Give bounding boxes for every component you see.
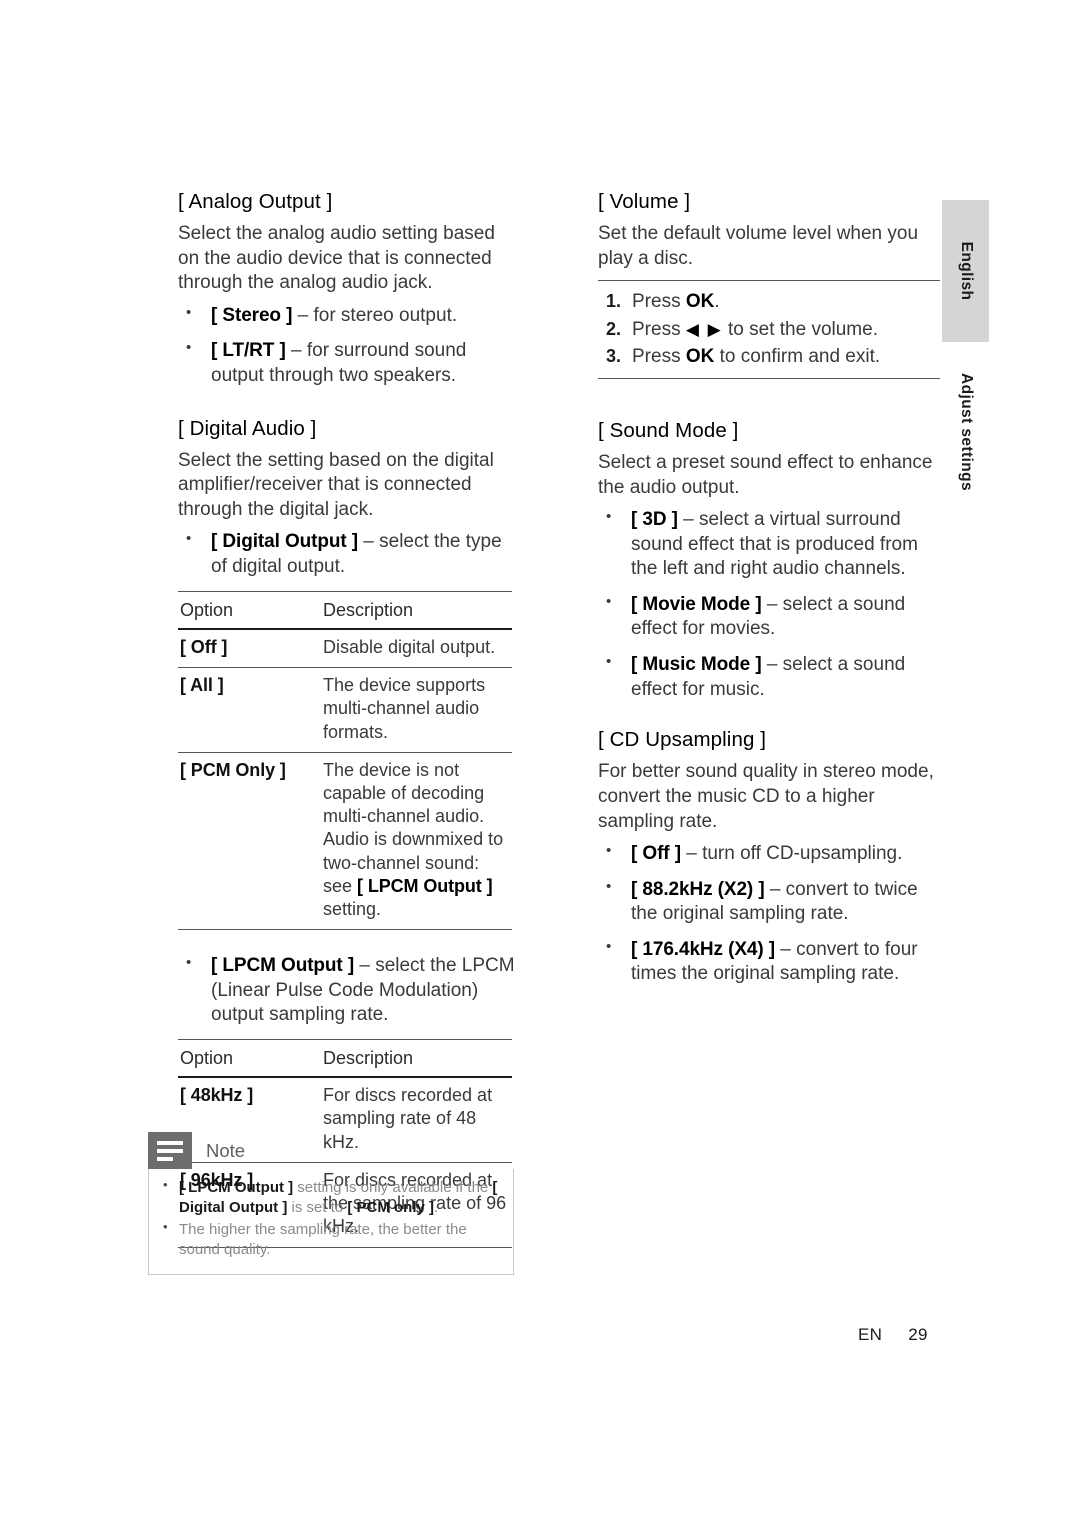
note-body: [ LPCM Output ] setting is only availabl… xyxy=(148,1169,514,1275)
table-row: [ PCM Only ] The device is not capable o… xyxy=(178,752,512,931)
list-item: 2. Press ◀ ▶ to set the volume. xyxy=(598,316,940,344)
digital-output-options-table: Option Description [ Off ] Disable digit… xyxy=(178,590,512,931)
lpcm-output-bullet: [ LPCM Output ] – select the LPCM (Linea… xyxy=(178,953,520,1028)
left-column: [ Analog Output ] Select the analog audi… xyxy=(178,188,520,1248)
cell-option: [ Off ] xyxy=(178,628,321,669)
note-header: Note xyxy=(148,1132,514,1169)
bullet-term: [ Digital Output ] xyxy=(211,531,358,553)
section-heading-cd-upsampling: [ CD Upsampling ] xyxy=(598,728,767,752)
list-item: [ 3D ] – select a virtual surround sound… xyxy=(598,507,940,582)
digital-audio-paragraph: Select the setting based on the digital … xyxy=(178,449,494,520)
note-text: The higher the sampling rate, the better… xyxy=(179,1221,467,1258)
step-text-post: to confirm and exit. xyxy=(714,346,881,368)
cell-description: Disable digital output. xyxy=(321,628,512,669)
column-header-description: Description xyxy=(321,1039,512,1079)
note-title: Note xyxy=(206,1139,246,1161)
step-number: 3. xyxy=(606,346,622,367)
list-item: 3. Press OK to confirm and exit. xyxy=(598,343,940,371)
bullet-term: [ LPCM Output ] xyxy=(211,955,355,977)
note-items: [ LPCM Output ] setting is only availabl… xyxy=(157,1177,503,1259)
step-number: 1. xyxy=(606,291,622,312)
left-right-arrow-icon: ◀ ▶ xyxy=(685,319,723,339)
divider xyxy=(598,280,940,282)
step-text-pre: Press xyxy=(632,346,686,368)
list-item: [ Off ] – turn off CD-upsampling. xyxy=(598,841,940,867)
list-item: 1. Press OK. xyxy=(598,288,940,316)
side-tab-section-label: Adjust settings xyxy=(957,373,975,491)
bullet-term: [ 176.4kHz (X4) ] xyxy=(631,938,776,960)
analog-output-bullets: [ Stereo ] – for stereo output. [ LT/RT … xyxy=(178,303,520,389)
side-tab-language: English xyxy=(942,200,989,342)
page-number: 29 xyxy=(908,1325,928,1344)
bullet-term: [ Off ] xyxy=(631,843,681,865)
side-tab-language-label: English xyxy=(957,241,975,301)
step-text-post: . xyxy=(714,291,720,313)
column-header-option: Option xyxy=(178,1039,321,1079)
section-heading-sound-mode: [ Sound Mode ] xyxy=(598,418,739,442)
cell-description: The device is not capable of decoding mu… xyxy=(321,752,512,931)
divider xyxy=(598,377,940,379)
side-tab-section: Adjust settings xyxy=(942,352,989,512)
step-text-post: to set the volume. xyxy=(722,318,878,340)
cd-upsampling-paragraph: For better sound quality in stereo mode,… xyxy=(598,761,934,832)
table-row: [ All ] The device supports multi-channe… xyxy=(178,667,512,753)
cell-option: [ All ] xyxy=(178,667,321,753)
key-label: OK xyxy=(685,346,715,368)
list-item: [ Music Mode ] – select a sound effect f… xyxy=(598,652,940,702)
table-row: [ Off ] Disable digital output. xyxy=(178,628,512,669)
bullet-term: [ 88.2kHz (X2) ] xyxy=(631,878,765,900)
bullet-term: [ LT/RT ] xyxy=(211,340,286,362)
manual-page: [ Analog Output ] Select the analog audi… xyxy=(0,0,1080,1524)
note-text: is set to xyxy=(287,1198,348,1216)
section-heading-volume: [ Volume ] xyxy=(598,190,691,213)
list-item: [ Digital Output ] – select the type of … xyxy=(178,529,520,579)
list-item: [ LT/RT ] – for surround sound output th… xyxy=(178,338,520,388)
cell-description: The device supports multi-channel audio … xyxy=(321,667,512,753)
sound-mode-bullets: [ 3D ] – select a virtual surround sound… xyxy=(598,507,940,702)
column-header-option: Option xyxy=(178,590,321,630)
section-heading-digital-audio: [ Digital Audio ] xyxy=(178,416,317,440)
bullet-term: [ 3D ] xyxy=(631,509,678,531)
digital-output-bullet: [ Digital Output ] – select the type of … xyxy=(178,529,520,579)
step-text-pre: Press xyxy=(632,318,686,340)
list-item: [ Movie Mode ] – select a sound effect f… xyxy=(598,592,940,642)
table-header-row: Option Description xyxy=(178,590,512,630)
note-callout: Note [ LPCM Output ] setting is only ava… xyxy=(148,1132,514,1275)
list-item: The higher the sampling rate, the better… xyxy=(157,1219,503,1259)
step-number: 2. xyxy=(606,318,622,339)
column-header-description: Description xyxy=(321,590,512,630)
bullet-term: [ Movie Mode ] xyxy=(631,593,762,615)
cell-option: [ PCM Only ] xyxy=(178,752,321,931)
volume-steps: 1. Press OK. 2. Press ◀ ▶ to set the volum… xyxy=(598,288,940,371)
note-text: setting is only available if the xyxy=(293,1179,493,1196)
note-term: [ LPCM Output ] xyxy=(179,1179,294,1196)
cell-description-term: [ LPCM Output ] xyxy=(357,875,493,896)
note-lines-icon xyxy=(148,1132,192,1169)
volume-paragraph: Set the default volume level when you pl… xyxy=(598,223,919,269)
list-item: [ LPCM Output ] – select the LPCM (Linea… xyxy=(178,953,520,1028)
footer-locale: EN xyxy=(858,1325,883,1344)
note-term: [ PCM only ] xyxy=(347,1198,435,1216)
list-item: [ 88.2kHz (X2) ] – convert to twice the … xyxy=(598,877,940,927)
list-item: [ Stereo ] – for stereo output. xyxy=(178,303,520,329)
table-header-row: Option Description xyxy=(178,1039,512,1079)
right-column: [ Volume ] Set the default volume level … xyxy=(598,188,940,998)
cd-upsampling-bullets: [ Off ] – turn off CD-upsampling. [ 88.2… xyxy=(598,841,940,987)
bullet-term: [ Stereo ] xyxy=(211,304,293,326)
key-label: OK xyxy=(685,291,715,313)
bullet-text: – turn off CD-upsampling. xyxy=(680,843,903,865)
section-heading-analog-output: [ Analog Output ] xyxy=(178,190,333,213)
list-item: [ LPCM Output ] setting is only availabl… xyxy=(157,1177,503,1217)
note-text: . xyxy=(434,1198,439,1216)
list-item: [ 176.4kHz (X4) ] – convert to four time… xyxy=(598,937,940,987)
page-footer: EN 29 xyxy=(858,1325,928,1345)
cell-description-post: setting. xyxy=(323,899,382,920)
sound-mode-paragraph: Select a preset sound effect to enhance … xyxy=(598,451,933,498)
analog-output-paragraph: Select the analog audio setting based on… xyxy=(178,223,495,294)
step-text-pre: Press xyxy=(632,291,686,313)
bullet-term: [ Music Mode ] xyxy=(631,654,762,676)
bullet-text: – for stereo output. xyxy=(292,304,458,326)
